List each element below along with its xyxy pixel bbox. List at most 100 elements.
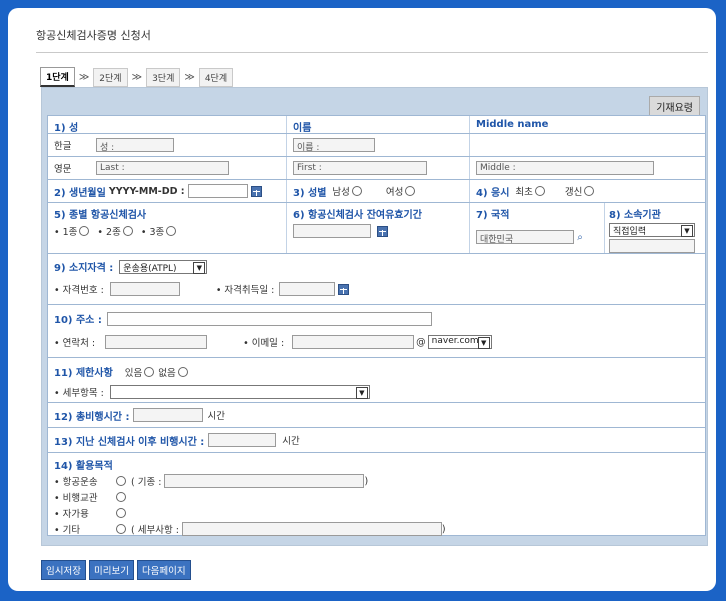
restriction-detail-label: • 세부항목 :	[54, 388, 104, 399]
license-number-input[interactable]	[109, 282, 180, 296]
license-number-label: • 자격번호 :	[54, 285, 104, 296]
other-detail-input[interactable]	[181, 522, 442, 536]
grade-label: 5) 종별 항공신체검사	[54, 210, 147, 221]
preview-button[interactable]: 미리보기	[88, 560, 134, 580]
given-korean-input[interactable]: 이름 :	[293, 138, 375, 153]
chevron-down-icon: ▼	[477, 337, 490, 349]
first-apply-label: 최초	[515, 187, 533, 198]
license-label: 9) 소지자격 :	[54, 263, 114, 274]
step-sep: ≫	[131, 71, 143, 83]
apply-label: 4) 응시	[476, 187, 510, 199]
step-2-tab[interactable]: 2단계	[93, 67, 128, 87]
birth-format: YYYY-MM-DD :	[108, 185, 185, 197]
last-name-input[interactable]: Last :	[96, 161, 229, 175]
grade-3-label: • 3종	[140, 227, 165, 238]
other-detail-label: ( 세부사항 :	[131, 525, 179, 536]
purpose-instructor-radio[interactable]	[116, 492, 126, 502]
korean-label: 한글	[54, 141, 72, 152]
at-sign: @	[416, 336, 426, 348]
license-date-input[interactable]	[279, 282, 336, 296]
phone-input[interactable]	[105, 335, 208, 349]
chevron-down-icon: ▼	[355, 387, 368, 399]
calendar-icon[interactable]	[338, 283, 350, 295]
license-date-label: • 자격취득일 :	[215, 285, 275, 296]
purpose-instructor-label: • 비행교관	[54, 493, 98, 504]
calendar-icon[interactable]	[250, 185, 262, 197]
license-select[interactable]: 운송용(ATPL) ▼	[119, 259, 208, 274]
restriction-yes-radio[interactable]	[144, 366, 155, 377]
restriction-label: 11) 제한사항	[54, 368, 113, 379]
restriction-no-label: 없음	[158, 367, 176, 379]
renew-label: 갱신	[564, 187, 583, 198]
purpose-other-radio[interactable]	[116, 524, 126, 534]
aircraft-type-input[interactable]	[164, 474, 365, 488]
since-hours-label: 13) 지난 신체검사 이후 비행시간 :	[54, 436, 205, 448]
aircraft-type-label: ( 기종 :	[131, 477, 162, 488]
address-input[interactable]	[106, 311, 432, 326]
email-domain-select[interactable]: naver.com ▼	[427, 335, 492, 349]
remark-guide-button[interactable]: 기재요령	[649, 96, 700, 117]
total-hours-unit: 시간	[207, 411, 225, 422]
birth-input[interactable]	[187, 184, 248, 198]
middle-name-input[interactable]: Middle :	[476, 161, 654, 175]
page-frame: 항공신체검사증명 신청서 1단계 ≫ 2단계 ≫ 3단계 ≫ 4단계 기재요령 …	[8, 8, 716, 591]
search-icon[interactable]: ⌕	[577, 232, 583, 243]
phone-label: • 연락처 :	[54, 338, 96, 349]
org-label: 8) 소속기관	[609, 210, 661, 221]
since-hours-unit: 시간	[282, 436, 300, 447]
nation-label: 7) 국적	[476, 210, 510, 221]
form-grid: 1) 성 이름 Middle name 한글 성 : 이름 : 영문 Last …	[47, 115, 706, 536]
gender-label: 3) 성별	[293, 187, 327, 199]
bottom-button-bar: 임시저장 미리보기 다음페이지	[41, 560, 191, 580]
birth-label: 2) 생년월일	[54, 187, 106, 199]
female-label: 여성	[385, 187, 404, 198]
calendar-icon[interactable]	[377, 225, 389, 237]
grade-3-radio[interactable]	[166, 226, 177, 236]
nation-input[interactable]: 대한민국	[476, 230, 574, 245]
chevron-down-icon: ▼	[681, 225, 693, 237]
purpose-private-label: • 자가용	[54, 509, 89, 520]
middle-name-label: Middle name	[476, 119, 549, 130]
step-1-tab[interactable]: 1단계	[40, 67, 75, 87]
grade-2-radio[interactable]	[122, 226, 133, 236]
temp-save-button[interactable]: 임시저장	[41, 560, 86, 580]
purpose-transport-radio[interactable]	[116, 476, 126, 486]
purpose-transport-label: • 항공운송	[54, 477, 98, 488]
restriction-yes-label: 있음	[124, 367, 143, 379]
address-label: 10) 주소 :	[54, 315, 102, 326]
male-radio[interactable]	[351, 186, 362, 196]
page-title: 항공신체검사증명 신청서	[36, 29, 151, 42]
other-detail-close: )	[441, 523, 446, 535]
female-radio[interactable]	[405, 186, 416, 196]
next-page-button[interactable]: 다음페이지	[136, 560, 191, 580]
title-divider	[36, 52, 708, 53]
purpose-other-label: • 기타	[54, 525, 81, 536]
org-select[interactable]: 직접입력 ▼	[609, 223, 695, 237]
email-id-input[interactable]	[292, 335, 415, 349]
surname-label: 1) 성	[54, 123, 79, 134]
email-label: • 이메일 :	[243, 338, 285, 349]
validity-input[interactable]	[293, 224, 371, 238]
total-hours-label: 12) 총비행시간 :	[54, 411, 130, 423]
restriction-no-radio[interactable]	[177, 366, 188, 377]
surname-korean-input[interactable]: 성 :	[96, 138, 174, 153]
restriction-detail-select[interactable]: ▼	[109, 385, 370, 399]
since-hours-input[interactable]	[208, 433, 277, 447]
org-input[interactable]	[609, 239, 695, 253]
first-name-input[interactable]: First :	[293, 161, 427, 175]
given-name-label: 이름	[293, 123, 312, 134]
validity-label: 6) 항공신체검사 잔여유효기간	[293, 210, 422, 221]
step-3-tab[interactable]: 3단계	[146, 67, 181, 87]
grade-1-radio[interactable]	[79, 226, 90, 236]
step-4-tab[interactable]: 4단계	[198, 67, 234, 87]
english-label: 영문	[54, 164, 72, 175]
total-hours-input[interactable]	[133, 408, 204, 422]
step-sep: ≫	[184, 71, 195, 83]
grade-1-label: • 1종	[54, 227, 78, 238]
purpose-private-radio[interactable]	[116, 508, 126, 518]
chevron-down-icon: ▼	[193, 261, 206, 274]
step-tabs: 1단계 ≫ 2단계 ≫ 3단계 ≫ 4단계	[40, 67, 234, 87]
renew-radio[interactable]	[584, 186, 595, 196]
application-form: 기재요령 1) 성 이름 Middle name 한글 성 : 이름 : 영문 …	[41, 87, 708, 546]
first-apply-radio[interactable]	[534, 186, 545, 196]
